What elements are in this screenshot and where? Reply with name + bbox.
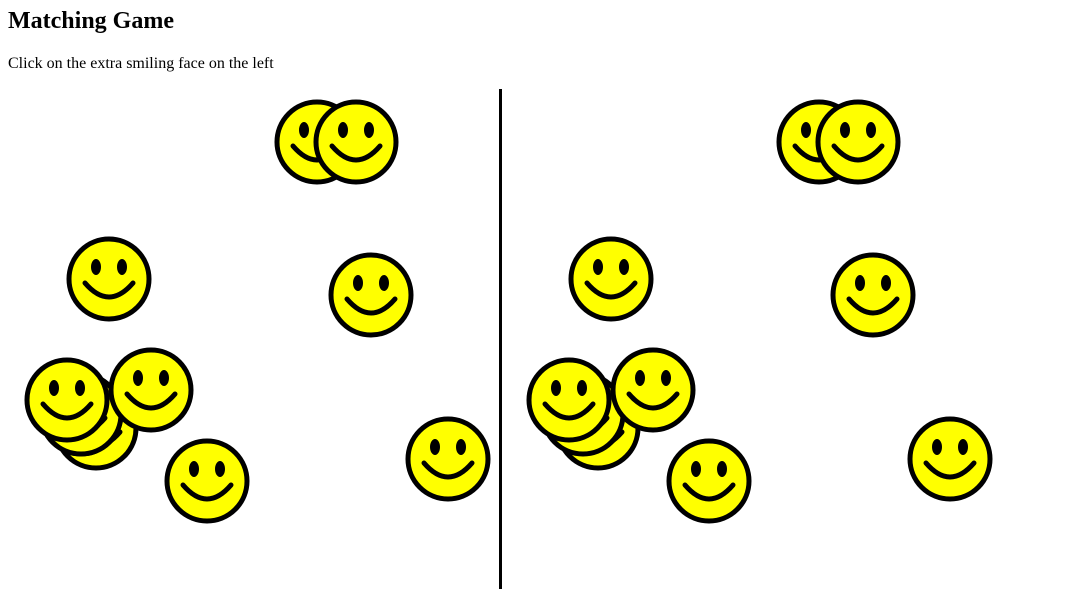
smiley-face-icon [610,347,696,433]
left-side-board[interactable] [0,89,500,589]
smiley-face-icon [830,252,916,338]
smiley-face-icon[interactable] [108,347,194,433]
smiley-face-icon[interactable] [66,236,152,322]
game-instructions: Click on the extra smiling face on the l… [8,55,274,72]
right-side-board [499,89,1002,589]
smiley-face-icon[interactable] [24,357,110,443]
smiley-face-icon [568,236,654,322]
smiley-face-icon[interactable] [328,252,414,338]
smiley-face-icon [526,357,612,443]
smiley-face-icon[interactable] [405,416,491,502]
smiley-face-icon [815,99,901,185]
game-title: Matching Game [8,8,174,34]
smiley-face-icon[interactable] [164,438,250,524]
smiley-face-icon [666,438,752,524]
smiley-face-icon [907,416,993,502]
smiley-face-icon[interactable] [313,99,399,185]
